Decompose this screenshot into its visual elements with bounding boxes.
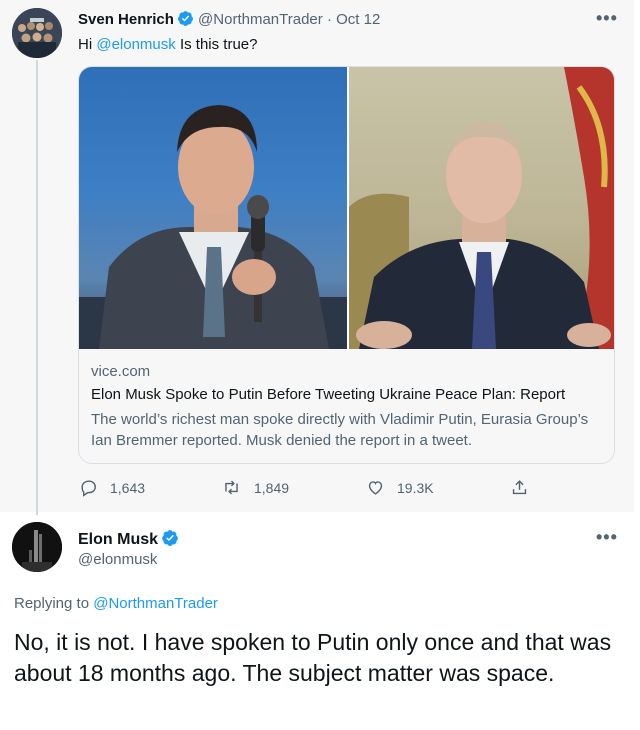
- card-title: Elon Musk Spoke to Putin Before Tweeting…: [91, 386, 566, 403]
- more-icon[interactable]: •••: [596, 8, 618, 29]
- verified-badge-icon: [161, 529, 179, 552]
- mention-link[interactable]: @elonmusk: [96, 36, 175, 53]
- reply-action[interactable]: 1,643: [79, 478, 145, 497]
- author-name[interactable]: Sven Henrich: [78, 11, 174, 28]
- reply-author-name[interactable]: Elon Musk: [78, 529, 179, 552]
- avatar[interactable]: [12, 8, 62, 58]
- card-description: The world’s richest man spoke directly w…: [91, 411, 589, 449]
- replying-to-link[interactable]: @NorthmanTrader: [93, 595, 218, 612]
- thread-line: [36, 60, 38, 515]
- link-card[interactable]: vice.com Elon Musk Spoke to Putin Before…: [78, 66, 615, 464]
- card-image-right: [349, 67, 614, 349]
- card-image-left: [79, 67, 347, 349]
- parent-tweet[interactable]: Sven Henrich @NorthmanTrader · Oct 12 ••…: [0, 0, 634, 515]
- reply-author-handle[interactable]: @elonmusk: [78, 551, 157, 568]
- tweet-text: Hi @elonmusk Is this true?: [78, 36, 257, 53]
- reply-author-name-text[interactable]: Elon Musk: [78, 531, 158, 548]
- card-domain: vice.com: [91, 363, 151, 380]
- reply-icon: [81, 480, 96, 497]
- share-icon: [512, 480, 527, 495]
- tweet-text-suffix: Is this true?: [175, 36, 258, 53]
- retweet-icon: [225, 480, 238, 495]
- reply-count: 1,643: [110, 479, 146, 496]
- retweet-count: 1,849: [254, 479, 290, 496]
- like-action[interactable]: 19.3K: [366, 478, 434, 497]
- card-text: vice.com Elon Musk Spoke to Putin Before…: [91, 363, 606, 451]
- retweet-action[interactable]: 1,849: [221, 478, 289, 497]
- tweet-header: Sven Henrich @NorthmanTrader · Oct 12: [78, 10, 380, 31]
- tweet-text-prefix: Hi: [78, 36, 97, 53]
- like-count: 19.3K: [397, 479, 434, 496]
- reply-text: No, it is not. I have spoken to Putin on…: [14, 629, 612, 686]
- share-action[interactable]: [510, 478, 541, 497]
- replying-to-label: Replying to: [14, 595, 94, 612]
- avatar[interactable]: [12, 522, 62, 572]
- replying-to: Replying to @NorthmanTrader: [14, 595, 218, 612]
- more-icon[interactable]: •••: [596, 527, 618, 548]
- like-icon: [368, 481, 383, 495]
- verified-badge-icon: [177, 10, 194, 31]
- tweet-date[interactable]: · Oct 12: [327, 11, 380, 28]
- author-handle[interactable]: @NorthmanTrader: [198, 11, 323, 28]
